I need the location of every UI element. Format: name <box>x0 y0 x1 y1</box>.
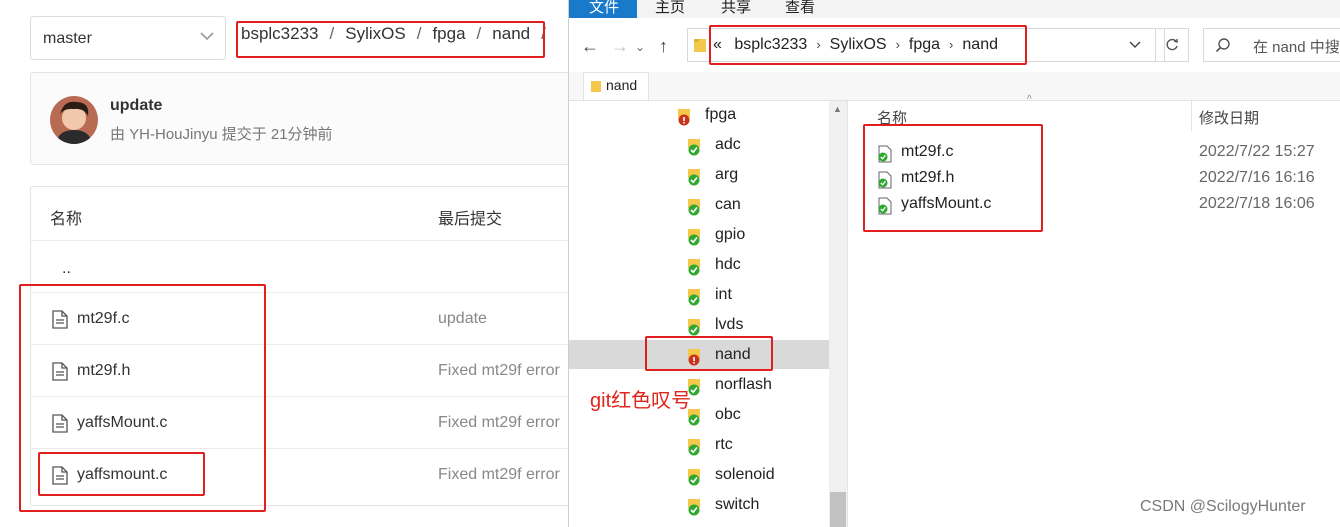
branch-select[interactable]: master <box>30 16 226 60</box>
recent-locations-chevron-icon[interactable]: ⌄ <box>635 40 645 54</box>
scroll-up-arrow-icon[interactable]: ▲ <box>833 104 842 114</box>
tree-item-obc[interactable]: obc <box>715 406 741 424</box>
ribbon-tab-file[interactable]: 文件 <box>569 0 637 18</box>
tree-item-rtc[interactable]: rtc <box>715 436 733 454</box>
column-header-date-modified[interactable]: 修改日期 <box>1199 107 1259 128</box>
chevron-down-icon <box>200 32 214 41</box>
tab-nand[interactable]: nand <box>583 72 649 100</box>
commit-message[interactable]: Fixed mt29f error <box>438 466 568 484</box>
git-ok-folder-icon <box>688 139 700 156</box>
git-ok-folder-icon <box>688 199 700 216</box>
tree-item-lvds[interactable]: lvds <box>715 316 743 334</box>
tree-item-int[interactable]: int <box>715 286 732 304</box>
tree-item-switch[interactable]: switch <box>715 496 759 514</box>
git-ok-folder-icon <box>688 229 700 246</box>
git-ok-folder-icon <box>688 169 700 186</box>
up-arrow-icon[interactable]: ↑ <box>659 36 668 57</box>
annotation-box-local-files <box>863 124 1043 232</box>
git-ok-folder-icon <box>688 319 700 336</box>
ribbon-tab-home[interactable]: 主页 <box>655 0 685 17</box>
git-ok-folder-icon <box>688 259 700 276</box>
ribbon-tab-view[interactable]: 查看 <box>785 0 815 17</box>
annotation-label: git红色叹号 <box>590 390 692 412</box>
commit-message[interactable]: Fixed mt29f error <box>438 362 568 380</box>
folder-icon <box>694 39 706 52</box>
address-dropdown-chevron-icon[interactable] <box>1129 40 1141 50</box>
navigation-scrollbar-thumb[interactable] <box>830 492 846 527</box>
column-header-name: 名称 <box>50 211 83 228</box>
forward-arrow-icon[interactable]: → <box>611 36 629 57</box>
column-divider[interactable] <box>1191 101 1192 131</box>
git-ok-folder-icon <box>688 439 700 456</box>
folder-icon <box>591 81 601 92</box>
commit-meta: 由 YH-HouJinyu 提交于 21分钟前 <box>110 126 333 143</box>
tree-item-arg[interactable]: arg <box>715 166 738 184</box>
annotation-box-address <box>709 25 1027 65</box>
parent-directory-link[interactable]: .. <box>62 260 71 278</box>
annotation-box-extra-file <box>38 452 205 496</box>
file-date: 2022/7/16 16:16 <box>1199 169 1315 186</box>
commit-message[interactable]: Fixed mt29f error <box>438 414 568 432</box>
pane-splitter[interactable] <box>847 101 848 527</box>
latest-commit-panel <box>30 72 570 165</box>
navigation-scrollbar[interactable] <box>829 101 847 527</box>
file-date: 2022/7/22 15:27 <box>1199 143 1315 160</box>
file-explorer-window: 文件 主页 共享 查看 ← → ⌄ ↑ « bsplc3233 › SylixOS ›… <box>568 0 1340 527</box>
tree-item-hdc[interactable]: hdc <box>715 256 741 274</box>
git-ok-folder-icon <box>688 289 700 306</box>
tree-item-norflash[interactable]: norflash <box>715 376 772 394</box>
commit-title[interactable]: update <box>110 97 162 115</box>
navigation-pane <box>569 101 847 527</box>
column-header-last-commit: 最后提交 <box>438 211 503 228</box>
ribbon-tab-share[interactable]: 共享 <box>721 0 751 17</box>
divider <box>31 240 569 241</box>
refresh-icon <box>1166 38 1178 51</box>
tree-item-solenoid[interactable]: solenoid <box>715 466 775 484</box>
back-arrow-icon[interactable]: ← <box>581 36 599 57</box>
tab-strip <box>569 72 1340 101</box>
git-ok-folder-icon <box>688 499 700 516</box>
search-icon <box>1215 38 1230 53</box>
sort-ascending-icon: ^ <box>1027 94 1032 105</box>
search-placeholder: 在 nand 中搜 <box>1253 39 1340 56</box>
branch-label: master <box>43 30 92 47</box>
tree-item-can[interactable]: can <box>715 196 741 214</box>
tree-item-fpga[interactable]: fpga <box>705 106 736 124</box>
git-conflict-folder-icon <box>678 109 690 126</box>
tree-item-gpio[interactable]: gpio <box>715 226 745 244</box>
file-date: 2022/7/18 16:06 <box>1199 195 1315 212</box>
commit-message[interactable]: update <box>438 310 568 328</box>
watermark: CSDN @ScilogyHunter <box>1140 498 1306 515</box>
tree-item-adc[interactable]: adc <box>715 136 741 154</box>
annotation-box-breadcrumb <box>236 21 545 58</box>
git-ok-folder-icon <box>688 469 700 486</box>
avatar[interactable] <box>50 96 98 144</box>
annotation-box-nand-folder <box>645 336 773 371</box>
